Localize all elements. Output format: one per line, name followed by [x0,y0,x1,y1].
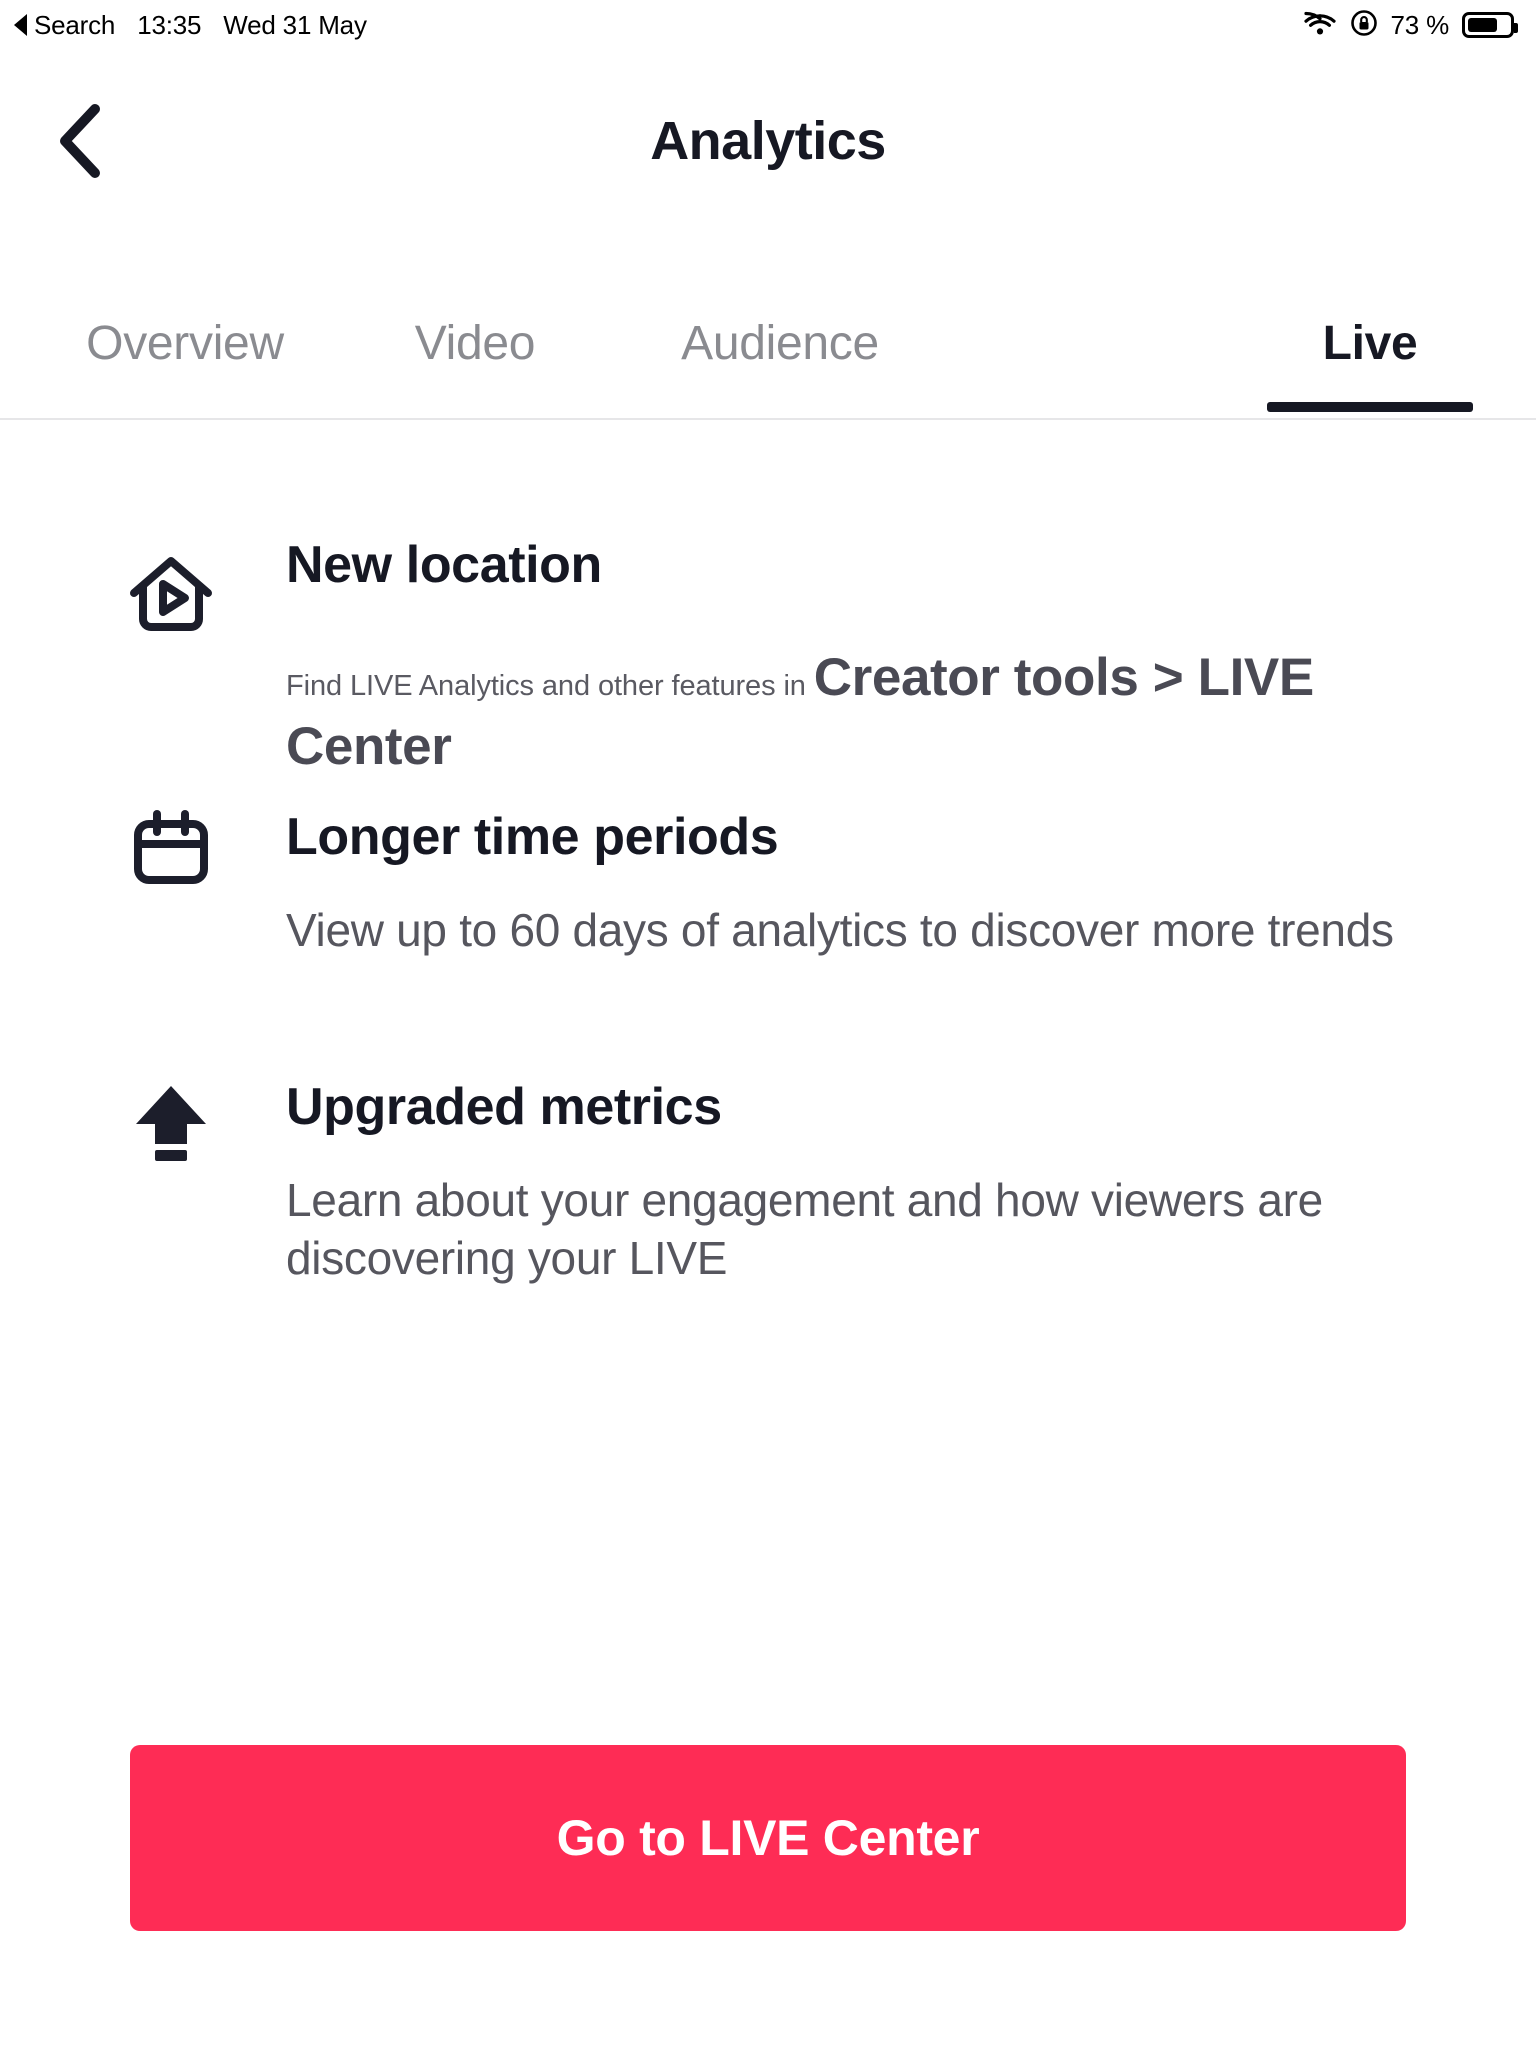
battery-icon [1462,12,1518,38]
tab-video[interactable]: Video [360,300,590,418]
status-bar-date: Wed 31 May [223,10,367,40]
status-bar-time: 13:35 [137,10,202,40]
status-bar-right: 73 % [1303,9,1518,42]
battery-percent-label: 73 % [1390,9,1450,40]
upgrade-arrow-icon [128,1080,214,1166]
feature-body: Learn about your engagement and how view… [286,1174,1323,1284]
feature-body-emphasis: Creator tools > LIVE Center [286,648,1314,776]
feature-heading: New location [286,536,602,594]
rotation-lock-icon [1350,9,1378,42]
tab-audience[interactable]: Audience [620,300,940,418]
feature-body-prefix: Find LIVE Analytics and other features i… [286,670,814,702]
tab-video-label: Video [414,317,536,370]
tab-live-label: Live [1322,317,1418,370]
go-to-live-center-button[interactable]: Go to LIVE Center [130,1745,1406,1931]
back-triangle-icon[interactable] [14,14,27,36]
tab-active-indicator [1267,402,1473,412]
battery-fill [1468,18,1498,32]
calendar-icon [128,806,214,892]
status-bar: Search 13:35 Wed 31 May 73 % [0,0,1536,50]
tab-live[interactable]: Live [1240,300,1500,418]
feature-body: Find LIVE Analytics and other features i… [286,644,1396,782]
tab-overview[interactable]: Overview [40,300,330,418]
wifi-icon [1303,10,1337,41]
tab-audience-label: Audience [681,317,879,370]
tab-overview-label: Overview [86,317,284,370]
feature-heading: Longer time periods [286,808,779,866]
tab-bar: Overview Video Audience Live [0,300,1536,420]
status-bar-back-label[interactable]: Search [34,12,115,38]
feature-body: View up to 60 days of analytics to disco… [286,904,1394,956]
page-title: Analytics [650,111,886,171]
feature-heading: Upgraded metrics [286,1078,722,1136]
house-play-icon [128,552,214,638]
navigation-bar: Analytics [0,86,1536,196]
status-bar-left: Search 13:35 Wed 31 May [14,12,367,38]
